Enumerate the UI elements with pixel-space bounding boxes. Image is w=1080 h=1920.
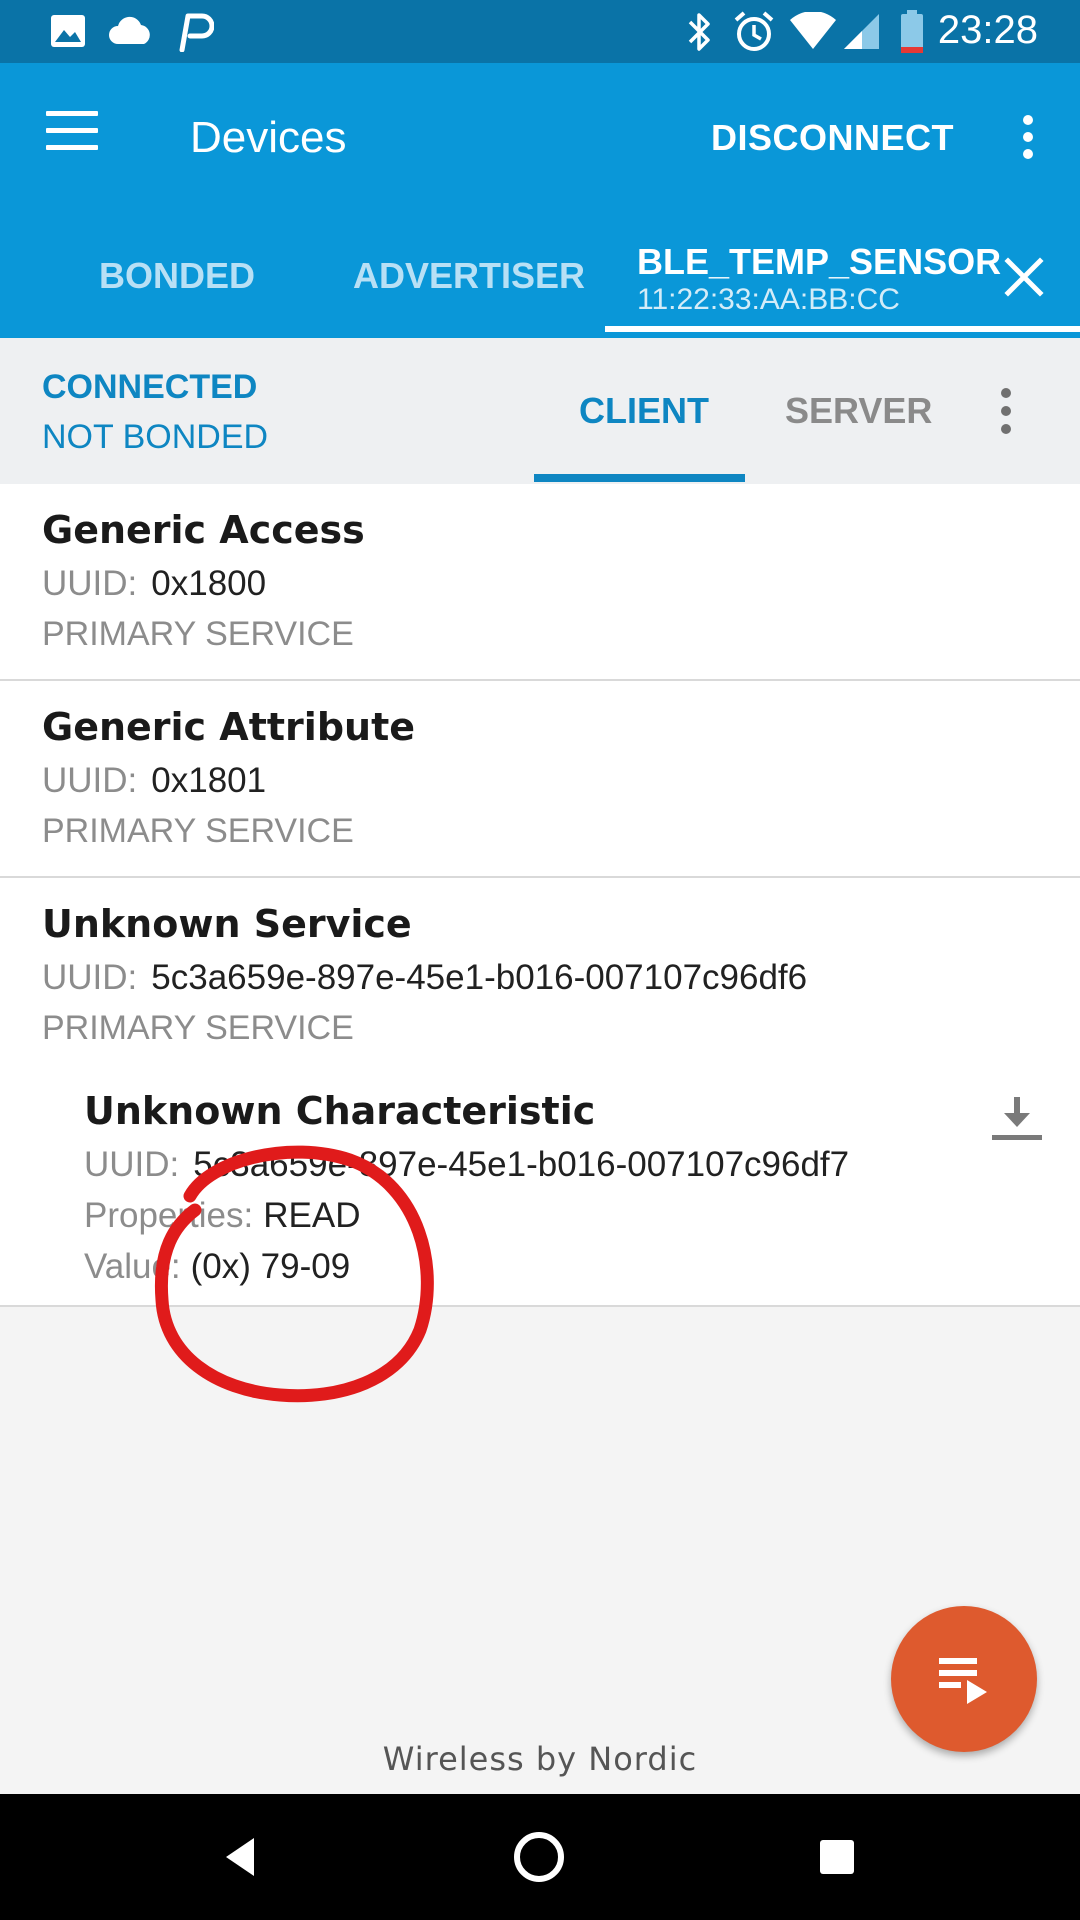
playlist-play-icon [939,1658,987,1704]
more-options-icon[interactable] [1016,115,1040,159]
image-icon [51,15,85,47]
system-nav-bar [0,1794,1080,1920]
service-unknown[interactable]: Unknown Service UUID: 5c3a659e-897e-45e1-… [0,878,1080,1307]
characteristic-value-row: Value: (0x) 79-09 [84,1247,350,1287]
service-uuid: 0x1800 [151,564,267,603]
characteristic-item[interactable]: Unknown Characteristic UUID: 5c3a659e-897… [0,1073,1080,1305]
service-list: Generic Access UUID: 0x1800 PRIMARY SERVI… [0,484,1080,1307]
tab-client[interactable]: CLIENT [579,390,709,432]
tab-advertiser[interactable]: ADVERTISER [353,255,585,297]
connection-bar: CONNECTED NOT BONDED CLIENT SERVER [0,338,1080,484]
service-generic-access[interactable]: Generic Access UUID: 0x1800 PRIMARY SERVI… [0,484,1080,681]
service-generic-attribute[interactable]: Generic Attribute UUID: 0x1801 PRIMARY SE… [0,681,1080,878]
tab-bonded[interactable]: BONDED [99,255,255,297]
page-title: Devices [190,113,347,162]
wifi-icon [790,12,836,49]
service-uuid-row: UUID: 0x1800 [42,564,266,604]
characteristic-name: Unknown Characteristic [84,1089,596,1133]
bluetooth-icon [688,13,710,51]
alarm-icon [734,11,774,51]
service-type: PRIMARY SERVICE [42,812,354,850]
battery-icon [901,10,923,53]
tab-server[interactable]: SERVER [785,390,932,432]
pushbullet-icon [179,13,214,52]
service-type: PRIMARY SERVICE [42,615,354,653]
service-name: Generic Access [42,508,365,552]
characteristic-value: (0x) 79-09 [190,1247,351,1286]
connection-more-icon[interactable] [996,388,1016,434]
home-icon[interactable] [506,1824,572,1890]
recents-icon[interactable] [804,1824,870,1890]
service-uuid-row: UUID: 0x1801 [42,761,266,801]
bond-state: NOT BONDED [42,418,269,456]
cloud-icon [109,16,150,44]
uuid-label: UUID: [42,761,138,800]
characteristic-uuid-row: UUID: 5c3a659e-897e-45e1-b016-007107c96df… [84,1145,849,1185]
properties-label: Properties: [84,1196,254,1235]
connection-state: CONNECTED [42,368,258,406]
uuid-label: UUID: [42,958,138,997]
log-fab-button[interactable] [891,1606,1037,1752]
service-name: Generic Attribute [42,705,416,749]
download-icon[interactable] [990,1093,1044,1143]
service-uuid-row: UUID: 5c3a659e-897e-45e1-b016-007107c96df… [42,958,807,998]
clock: 23:28 [937,8,1038,52]
close-icon[interactable] [1004,257,1044,297]
disconnect-button[interactable]: DISCONNECT [711,117,954,159]
service-name: Unknown Service [42,902,412,946]
value-label: Value: [84,1247,181,1286]
app-bar: Devices DISCONNECT BONDED ADVERTISER BLE… [0,63,1080,338]
client-tab-indicator [534,474,745,482]
device-address: 11:22:33:AA:BB:CC [637,283,900,316]
tab-device[interactable]: BLE_TEMP_SENSOR 11:22:33:AA:BB:CC [605,233,1080,338]
service-uuid: 5c3a659e-897e-45e1-b016-007107c96df6 [151,958,808,997]
device-tab-indicator [605,326,1080,332]
uuid-label: UUID: [84,1145,180,1184]
characteristic-uuid: 5c3a659e-897e-45e1-b016-007107c96df7 [193,1145,850,1184]
service-type: PRIMARY SERVICE [42,1009,354,1047]
menu-icon[interactable] [46,111,98,151]
cell-signal-icon [844,14,879,49]
device-name: BLE_TEMP_SENSOR [637,241,1002,282]
characteristic-properties-row: Properties: READ [84,1196,361,1236]
uuid-label: UUID: [42,564,138,603]
status-bar: 23:28 [0,0,1080,63]
brand-footer: Wireless by Nordic [382,1740,698,1778]
service-uuid: 0x1801 [151,761,267,800]
back-icon[interactable] [208,1824,274,1890]
characteristic-properties: READ [263,1196,361,1235]
